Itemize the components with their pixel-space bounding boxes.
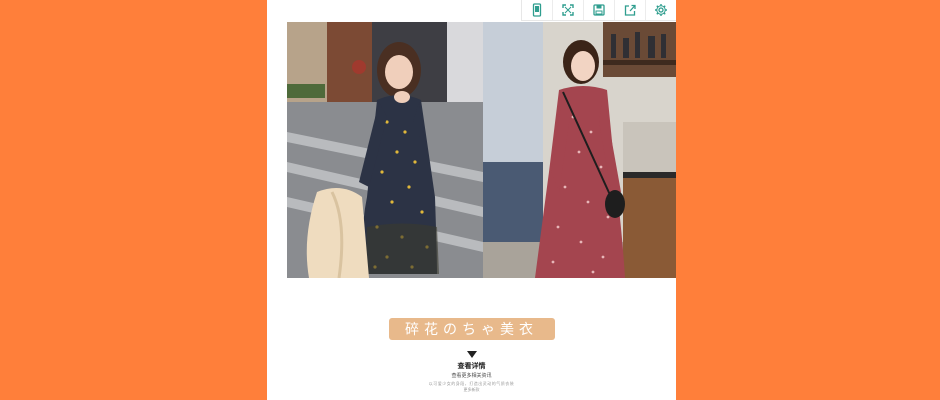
- arrow-down-icon: [466, 351, 477, 358]
- product-title: 碎花のちゃ美衣: [405, 322, 538, 338]
- view-details-link[interactable]: 查看详情: [458, 361, 486, 371]
- viewer-toolbar: [521, 0, 676, 21]
- product-photo-right[interactable]: [483, 22, 676, 278]
- product-caption: 碎花のちゃ美衣 查看详情 查看更多相关资讯 以可爱少女的身段，打造出灵动的气质衣…: [267, 290, 676, 393]
- model-left-image: [287, 22, 483, 278]
- share-button[interactable]: [615, 0, 646, 20]
- fullscreen-button[interactable]: [553, 0, 584, 20]
- save-button[interactable]: [584, 0, 615, 20]
- title-banner: 碎花のちゃ美衣: [388, 318, 555, 340]
- model-right-image: [483, 22, 676, 278]
- image-viewer: 碎花のちゃ美衣 查看详情 查看更多相关资讯 以可爱少女的身段，打造出灵动的气质衣…: [267, 0, 676, 400]
- phone-icon: [532, 3, 542, 17]
- details-subheading: 查看更多相关资讯: [451, 373, 492, 379]
- product-photos: [287, 22, 676, 278]
- settings-icon: [655, 4, 667, 16]
- fullscreen-icon: [562, 4, 574, 16]
- save-icon: [593, 4, 605, 16]
- product-photo-left[interactable]: [287, 22, 483, 278]
- share-icon: [624, 4, 636, 16]
- fine-print-secondary: 更多新款: [463, 387, 480, 392]
- mobile-view-button[interactable]: [522, 0, 553, 20]
- settings-button[interactable]: [646, 0, 676, 20]
